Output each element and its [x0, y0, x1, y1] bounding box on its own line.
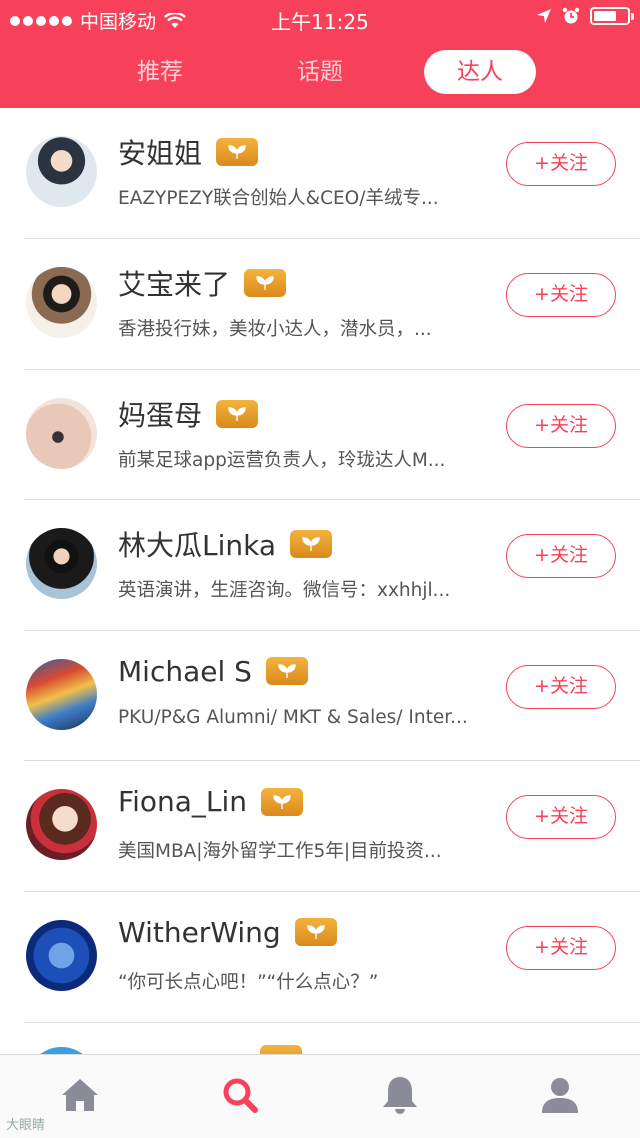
expert-badge-icon: [261, 787, 304, 816]
avatar[interactable]: [26, 658, 97, 730]
profile-icon: [542, 1078, 578, 1113]
header: 中国移动 上午11:25 推荐 话题 达人: [0, 0, 640, 108]
avatar[interactable]: [26, 528, 97, 600]
watermark: 大眼睛: [6, 1118, 46, 1133]
expert-badge-icon: [216, 138, 259, 166]
location-icon: [537, 9, 551, 23]
user-description: PKU/P&G Alumni/ MKT & Sales/ Inter...: [118, 706, 468, 728]
follow-button[interactable]: +关注: [506, 795, 616, 840]
user-description: 美国MBA|海外留学工作5年|目前投资...: [118, 841, 442, 863]
tab-recommend[interactable]: 推荐: [110, 50, 210, 94]
follow-button[interactable]: +关注: [506, 534, 616, 579]
list-item[interactable]: 安姐姐 EAZYPEZY联合创始人&CEO/羊绒专... +关注: [24, 108, 640, 239]
avatar[interactable]: [26, 136, 97, 207]
tab-topics[interactable]: 话题: [270, 50, 370, 94]
user-name[interactable]: 妈蛋母: [118, 394, 202, 434]
follow-button[interactable]: +关注: [506, 273, 616, 317]
expert-badge-icon: [290, 530, 333, 559]
search-icon: [223, 1078, 258, 1113]
bell-icon: [383, 1077, 417, 1114]
home-icon: [62, 1079, 98, 1111]
expert-badge-icon: [216, 399, 259, 428]
user-name[interactable]: 林大瓜Linka: [118, 524, 276, 564]
tab-experts[interactable]: 达人: [424, 50, 536, 94]
battery-icon: [590, 7, 634, 25]
follow-button[interactable]: +关注: [506, 664, 616, 709]
list-item[interactable]: 艾宝来了 香港投行妹，美妆小达人，潜水员，... +关注: [24, 239, 640, 370]
avatar[interactable]: [26, 789, 97, 861]
top-tabs: 推荐 话题 达人: [0, 50, 640, 96]
list-item[interactable]: 林大瓜Linka 英语演讲，生涯咨询。微信号：xxhhjl... +关注: [24, 500, 640, 631]
user-description: 前某足球app运营负责人，玲珑达人M...: [118, 449, 446, 471]
avatar[interactable]: [26, 397, 97, 469]
user-name[interactable]: 安姐姐: [118, 132, 202, 172]
follow-button[interactable]: +关注: [506, 403, 616, 448]
tabbar-search[interactable]: [218, 1073, 262, 1117]
list-item[interactable]: WitherWing “你可长点心吧！”“什么点心？” +关注: [24, 892, 640, 1023]
user-name[interactable]: Michael S: [118, 655, 252, 688]
alarm-icon: [562, 7, 580, 24]
user-name[interactable]: WitherWing: [118, 916, 281, 949]
status-bar: 中国移动 上午11:25: [0, 0, 640, 36]
expert-badge-icon: [265, 657, 308, 686]
list-item[interactable]: Fiona_Lin 美国MBA|海外留学工作5年|目前投资... +关注: [24, 761, 640, 892]
tabbar-profile[interactable]: [538, 1073, 582, 1117]
tabbar-home[interactable]: [58, 1073, 102, 1117]
user-description: 香港投行妹，美妆小达人，潜水员，...: [118, 319, 432, 340]
user-name[interactable]: 艾宝来了: [118, 263, 230, 303]
tabbar-notifications[interactable]: [378, 1073, 422, 1117]
list-item[interactable]: 妈蛋母 前某足球app运营负责人，玲珑达人M... +关注: [24, 370, 640, 501]
user-description: 英语演讲，生涯咨询。微信号：xxhhjl...: [118, 580, 451, 602]
user-description: “你可长点心吧！”“什么点心？”: [118, 971, 379, 993]
bottom-tab-bar: [0, 1054, 640, 1138]
expert-badge-icon: [244, 269, 287, 297]
follow-button[interactable]: +关注: [506, 142, 616, 186]
avatar[interactable]: [26, 919, 97, 991]
follow-button[interactable]: +关注: [506, 925, 616, 970]
user-list: 安姐姐 EAZYPEZY联合创始人&CEO/羊绒专... +关注 艾宝来了 香港…: [0, 108, 640, 1118]
user-name[interactable]: Fiona_Lin: [118, 785, 247, 818]
user-description: EAZYPEZY联合创始人&CEO/羊绒专...: [118, 188, 439, 209]
expert-badge-icon: [294, 918, 337, 947]
avatar[interactable]: [26, 267, 97, 338]
list-item[interactable]: Michael S PKU/P&G Alumni/ MKT & Sales/ I…: [24, 631, 640, 762]
